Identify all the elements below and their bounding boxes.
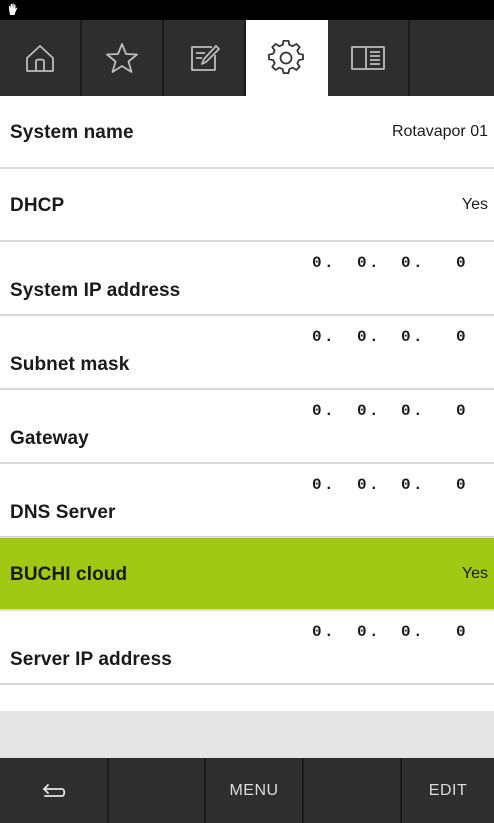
setting-label: DHCP	[10, 195, 65, 216]
hand-icon	[9, 3, 18, 15]
setting-label: Gateway	[10, 428, 89, 449]
tab-bar	[0, 20, 494, 96]
setting-value: Rotavapor 01	[391, 123, 488, 140]
setting-row-system-name[interactable]: System name Rotavapor 01	[0, 96, 494, 169]
ip-address-value: 0 . 0 . 0 . 0	[312, 254, 466, 272]
home-icon	[26, 45, 54, 72]
star-icon	[106, 43, 138, 73]
setting-label: System name	[10, 122, 134, 143]
ip-address-value: 0 . 0 . 0 . 0	[312, 623, 466, 641]
ip-address-value: 0 . 0 . 0 . 0	[312, 328, 466, 346]
setting-label: System IP address	[10, 280, 181, 301]
edit-button[interactable]: EDIT	[402, 758, 494, 823]
tab-manual[interactable]	[328, 20, 410, 96]
network-settings-list: System name Rotavapor 01 DHCP Yes 0 . 0 …	[0, 96, 494, 685]
setting-value: Yes	[461, 565, 488, 582]
softkey-blank-1[interactable]	[109, 758, 206, 823]
book-icon	[351, 46, 385, 70]
softkey-blank-2[interactable]	[304, 758, 402, 823]
tab-settings[interactable]	[246, 20, 328, 96]
tab-edit[interactable]	[164, 20, 246, 96]
status-bar	[0, 0, 494, 20]
tab-empty	[410, 20, 494, 96]
ip-address-value: 0 . 0 . 0 . 0	[312, 402, 466, 420]
gear-icon	[268, 39, 304, 74]
setting-value: Yes	[461, 196, 488, 213]
setting-row-server-ip[interactable]: 0 . 0 . 0 . 0 Server IP address	[0, 611, 494, 685]
setting-row-system-ip[interactable]: 0 . 0 . 0 . 0 System IP address	[0, 242, 494, 316]
empty-list-area	[0, 711, 494, 758]
setting-row-gateway[interactable]: 0 . 0 . 0 . 0 Gateway	[0, 390, 494, 464]
softkey-bar: MENU EDIT	[0, 758, 494, 823]
setting-row-dhcp[interactable]: DHCP Yes	[0, 169, 494, 242]
back-arrow-icon	[42, 783, 65, 797]
setting-label: Server IP address	[10, 649, 172, 670]
setting-label: Subnet mask	[10, 354, 130, 375]
setting-label: DNS Server	[10, 502, 116, 523]
edit-icon	[191, 45, 220, 71]
setting-row-buchi-cloud[interactable]: BUCHI cloud Yes	[0, 538, 494, 611]
setting-row-subnet-mask[interactable]: 0 . 0 . 0 . 0 Subnet mask	[0, 316, 494, 390]
menu-button[interactable]: MENU	[206, 758, 304, 823]
tab-home[interactable]	[0, 20, 82, 96]
tab-favorites[interactable]	[82, 20, 164, 96]
setting-row-dns-server[interactable]: 0 . 0 . 0 . 0 DNS Server	[0, 464, 494, 538]
ip-address-value: 0 . 0 . 0 . 0	[312, 476, 466, 494]
setting-label: BUCHI cloud	[10, 564, 128, 585]
back-button[interactable]	[0, 758, 109, 823]
device-screen: System name Rotavapor 01 DHCP Yes 0 . 0 …	[0, 0, 494, 823]
